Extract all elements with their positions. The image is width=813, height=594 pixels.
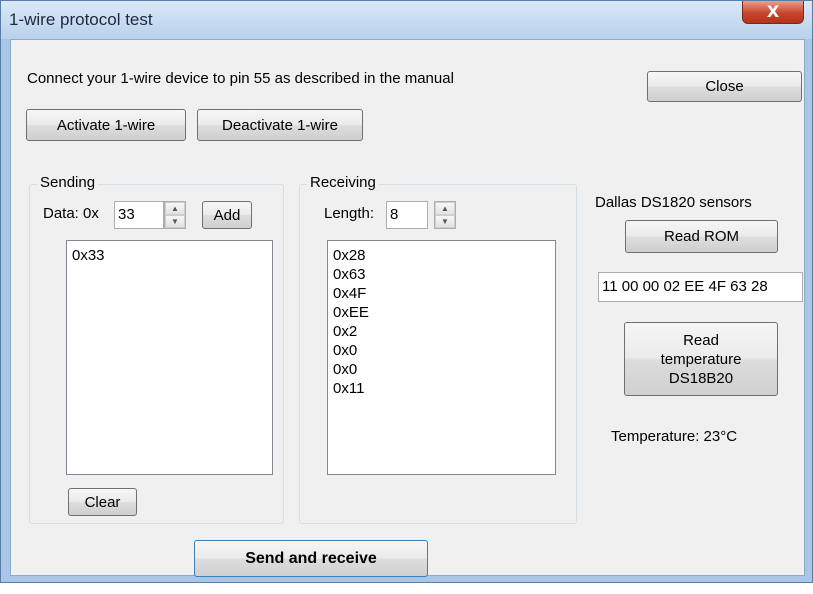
sending-group-title: Sending (37, 174, 99, 191)
list-item[interactable]: 0x63 (333, 265, 550, 284)
list-item[interactable]: 0xEE (333, 303, 550, 322)
read-temperature-button[interactable]: Read temperature DS18B20 (624, 322, 778, 396)
up-arrow-icon[interactable]: ▲ (165, 202, 185, 215)
length-spinner[interactable]: ▲ ▼ (434, 201, 456, 229)
list-item[interactable]: 0x4F (333, 284, 550, 303)
read-rom-button[interactable]: Read ROM (625, 220, 778, 253)
deactivate-button[interactable]: Deactivate 1-wire (197, 109, 363, 141)
clear-button[interactable]: Clear (68, 488, 137, 516)
length-input[interactable]: 8 (386, 201, 428, 229)
dialog-window: 1-wire protocol test X Connect your 1-wi… (0, 0, 813, 583)
add-button[interactable]: Add (202, 201, 252, 229)
down-arrow-icon[interactable]: ▼ (435, 215, 455, 228)
close-button[interactable]: Close (647, 71, 802, 102)
down-arrow-icon[interactable]: ▼ (165, 215, 185, 228)
list-item[interactable]: 0x0 (333, 360, 550, 379)
sending-group: Sending Data: 0x 33 ▲ ▼ Add 0x33 Clear (29, 174, 284, 524)
temperature-label: Temperature: 23°C (611, 428, 738, 445)
close-icon: X (766, 2, 780, 21)
list-item[interactable]: 0x28 (333, 246, 550, 265)
activate-button[interactable]: Activate 1-wire (26, 109, 186, 141)
dallas-heading: Dallas DS1820 sensors (595, 194, 752, 211)
title-bar[interactable]: 1-wire protocol test X (1, 1, 812, 39)
dialog-client-area: Connect your 1-wire device to pin 55 as … (10, 39, 805, 577)
data-label: Data: 0x (43, 205, 99, 222)
length-label: Length: (324, 205, 375, 222)
receiving-group-title: Receiving (307, 174, 379, 191)
receiving-group: Receiving Length: 8 ▲ ▼ 0x28 0x63 0x4F 0xEE… (299, 174, 577, 524)
list-item[interactable]: 0x33 (72, 246, 267, 265)
list-item[interactable]: 0x0 (333, 341, 550, 360)
data-input[interactable]: 33 (114, 201, 164, 229)
list-item[interactable]: 0x11 (333, 379, 550, 398)
window-close-button[interactable]: X (742, 1, 804, 24)
window-title: 1-wire protocol test (9, 10, 153, 29)
send-and-receive-button[interactable]: Send and receive (194, 540, 428, 577)
sending-list[interactable]: 0x33 (66, 240, 273, 475)
up-arrow-icon[interactable]: ▲ (435, 202, 455, 215)
list-item[interactable]: 0x2 (333, 322, 550, 341)
instructions-label: Connect your 1-wire device to pin 55 as … (27, 70, 454, 87)
rom-value-field[interactable]: 11 00 00 02 EE 4F 63 28 (598, 272, 803, 302)
receiving-list[interactable]: 0x28 0x63 0x4F 0xEE 0x2 0x0 0x0 0x11 (327, 240, 556, 475)
data-spinner[interactable]: ▲ ▼ (164, 201, 186, 229)
read-temperature-label: Read temperature DS18B20 (660, 331, 742, 387)
